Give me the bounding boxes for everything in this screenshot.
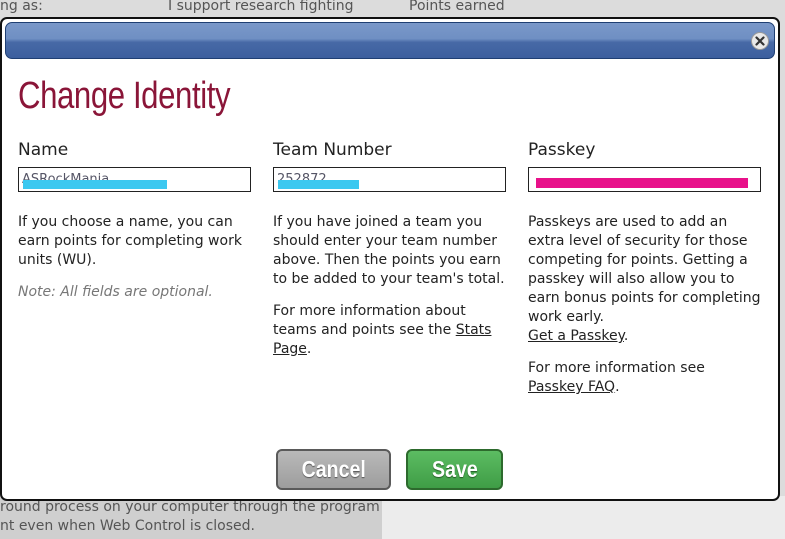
optional-note: Note: All fields are optional. xyxy=(18,284,213,300)
bg-header-col1: ng as: xyxy=(0,0,43,14)
name-input[interactable] xyxy=(19,168,250,191)
bg-right-panel xyxy=(382,496,785,539)
bg-header-col3: Points earned xyxy=(409,0,505,14)
close-icon xyxy=(755,36,765,46)
passkey-input[interactable] xyxy=(529,168,760,191)
team-help-text: If you have joined a team you should ent… xyxy=(273,214,505,287)
team-more-info: For more information about teams and poi… xyxy=(273,302,506,359)
team-number-field-box xyxy=(273,167,506,192)
dialog-titlebar[interactable] xyxy=(5,22,775,59)
name-column: Name If you choose a name, you can earn … xyxy=(18,139,251,315)
name-help-text: If you choose a name, you can earn point… xyxy=(18,214,242,268)
name-description: If you choose a name, you can earn point… xyxy=(18,213,251,302)
passkey-label: Passkey xyxy=(528,140,596,160)
passkey-more-info-text: For more information see xyxy=(528,360,705,376)
dialog-title: Change Identity xyxy=(18,75,231,117)
cancel-button-label: Cancel xyxy=(301,456,366,482)
bg-bottom-line2: nt even when Web Control is closed. xyxy=(0,518,255,534)
team-description: If you have joined a team you should ent… xyxy=(273,213,506,359)
passkey-faq-link[interactable]: Passkey FAQ xyxy=(528,379,615,395)
get-passkey-link[interactable]: Get a Passkey xyxy=(528,328,624,344)
team-number-input[interactable] xyxy=(274,168,505,191)
passkey-description: Passkeys are used to add an extra level … xyxy=(528,213,761,397)
bg-header-col2: I support research fighting xyxy=(168,0,354,14)
team-column: Team Number If you have joined a team yo… xyxy=(273,139,506,372)
save-button-label: Save xyxy=(431,456,478,482)
cancel-button[interactable]: Cancel xyxy=(276,449,391,490)
change-identity-dialog: Change Identity Name If you choose a nam… xyxy=(0,17,780,501)
passkey-more-info-suffix: . xyxy=(615,379,620,395)
passkey-help-text: Passkeys are used to add an extra level … xyxy=(528,213,761,346)
bg-bottom-line1: round process on your computer through t… xyxy=(0,499,380,515)
passkey-column: Passkey Passkeys are used to add an extr… xyxy=(528,139,761,410)
save-button[interactable]: Save xyxy=(406,449,503,490)
close-button[interactable] xyxy=(751,32,769,50)
team-number-label: Team Number xyxy=(273,140,392,160)
passkey-more-info: For more information see Passkey FAQ. xyxy=(528,359,761,397)
passkey-help-body: Passkeys are used to add an extra level … xyxy=(528,214,761,325)
team-more-info-text: For more information about teams and poi… xyxy=(273,303,466,338)
name-field-box xyxy=(18,167,251,192)
name-label: Name xyxy=(18,140,69,160)
passkey-field-box xyxy=(528,167,761,192)
get-passkey-suffix: . xyxy=(623,328,629,344)
team-more-info-suffix: . xyxy=(306,341,312,357)
